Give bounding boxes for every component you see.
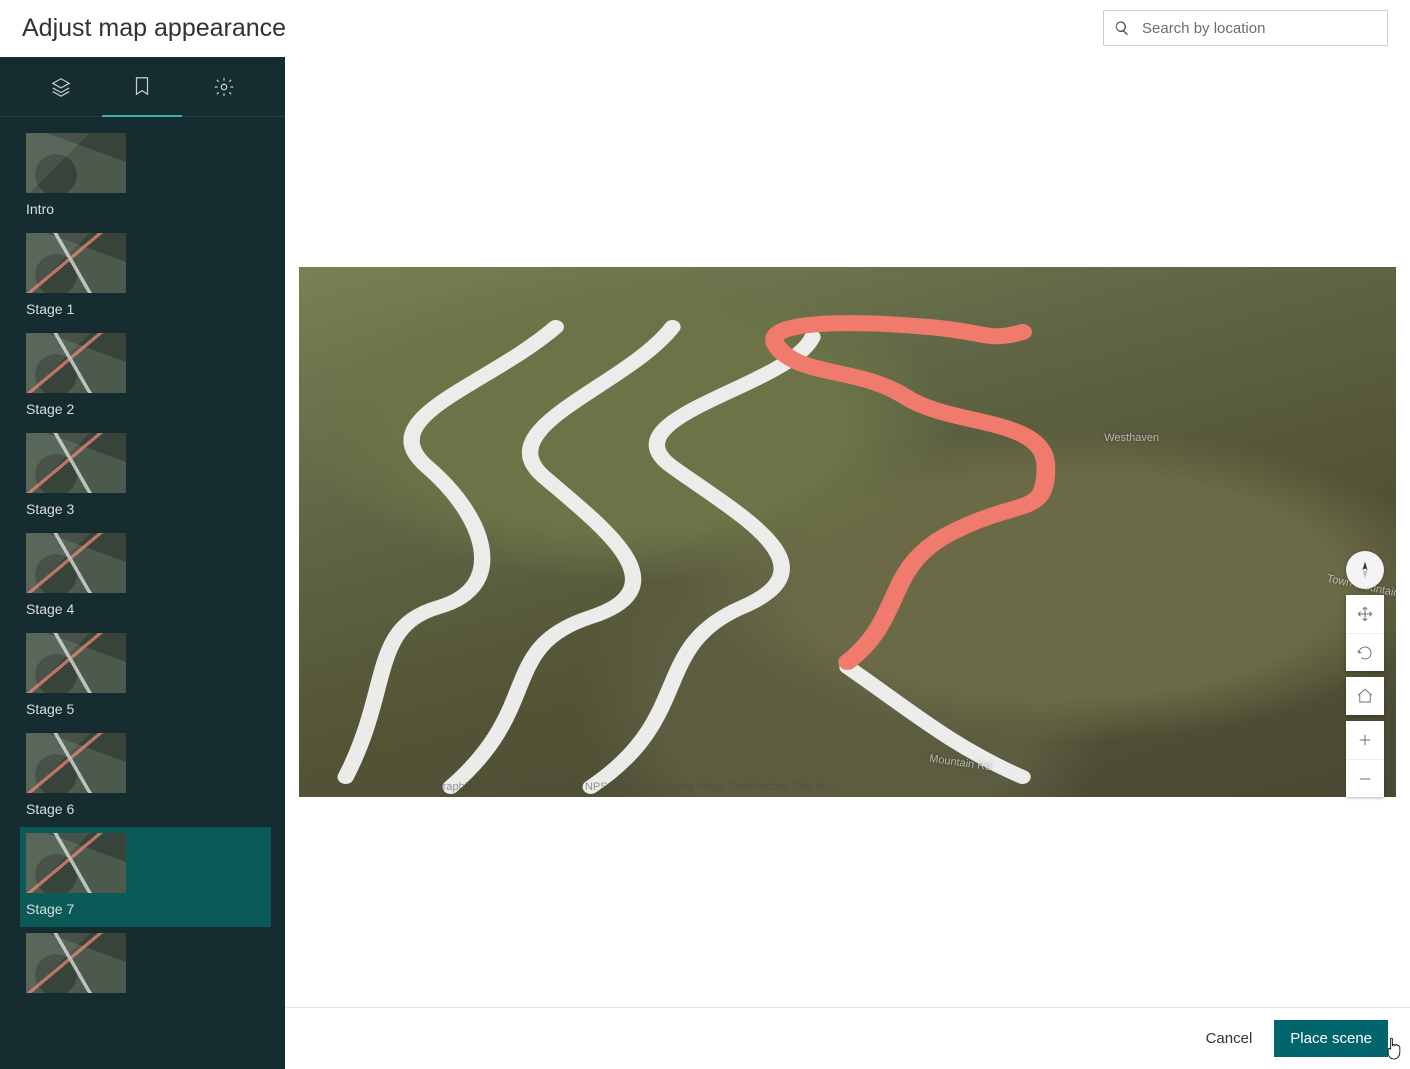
bookmark-thumb [26,133,126,193]
bookmark-thumb [26,333,126,393]
bookmark-thumb [26,733,126,793]
bookmark-thumb [26,633,126,693]
bookmark-icon [131,75,153,97]
page-title: Adjust map appearance [22,14,286,43]
place-scene-button[interactable]: Place scene [1274,1020,1388,1057]
route-overlay [299,267,1396,797]
search-field-wrap[interactable] [1103,10,1388,46]
tab-bookmarks[interactable] [102,57,182,117]
header: Adjust map appearance [0,0,1410,57]
pan-icon [1356,605,1374,623]
plus-icon [1356,731,1374,749]
road-label: Westhaven [1104,432,1159,444]
compass-button[interactable] [1346,551,1384,589]
sidebar: Intro Stage 1 Stage 2 Stage 3 Stage 4 Stage 5… [0,57,285,1069]
bookmark-item-stage-5[interactable]: Stage 5 [20,627,271,727]
bookmark-item-stage-4[interactable]: Stage 4 [20,527,271,627]
bookmark-label: Intro [26,201,265,217]
gear-icon [213,76,235,98]
rotate-icon [1356,644,1374,662]
main: WesthavenTown Mountain RdMountain Rd Esr… [285,57,1410,1069]
zoom-in-button[interactable] [1346,721,1384,759]
bookmark-label: Stage 5 [26,701,265,717]
pan-button[interactable] [1346,595,1384,633]
bookmark-item-idx8[interactable] [20,927,271,1011]
bookmark-label: Stage 1 [26,301,265,317]
bookmark-label: Stage 2 [26,401,265,417]
search-input[interactable] [1142,20,1377,37]
bookmark-item-stage-3[interactable]: Stage 3 [20,427,271,527]
rotate-button[interactable] [1346,633,1384,671]
layers-icon [50,76,72,98]
tab-layers[interactable] [21,57,101,117]
footer: Cancel Place scene [285,1007,1410,1069]
bookmark-thumb [26,933,126,993]
bookmark-item-stage-6[interactable]: Stage 6 [20,727,271,827]
minus-icon [1356,770,1374,788]
bookmark-thumb [26,233,126,293]
attribution-left: Esri, Maxar, Earthstar Geographics, USGS… [307,781,838,793]
compass-icon [1355,560,1375,580]
bookmark-item-stage-2[interactable]: Stage 2 [20,327,271,427]
home-icon [1356,687,1374,705]
bookmark-item-stage-1[interactable]: Stage 1 [20,227,271,327]
bookmark-label: Stage 6 [26,801,265,817]
sidebar-tabs [0,57,285,117]
bookmark-thumb [26,533,126,593]
map-attribution: Esri, Maxar, Earthstar Geographics, USGS… [307,781,1388,793]
bookmark-label: Stage 7 [26,901,265,917]
search-icon [1114,20,1130,36]
bookmark-label: Stage 3 [26,501,265,517]
bookmark-label: Stage 4 [26,601,265,617]
map-controls [1346,551,1384,797]
bookmark-thumb [26,433,126,493]
scene-canvas[interactable]: WesthavenTown Mountain RdMountain Rd Esr… [299,267,1396,797]
zoom-out-button[interactable] [1346,759,1384,797]
tab-settings[interactable] [184,57,264,117]
cancel-button[interactable]: Cancel [1202,1022,1257,1055]
bookmark-item-stage-7[interactable]: Stage 7 [20,827,271,927]
bookmark-item-intro[interactable]: Intro [20,127,271,227]
bookmark-list[interactable]: Intro Stage 1 Stage 2 Stage 3 Stage 4 Stage 5… [0,117,277,1069]
home-button[interactable] [1346,677,1384,715]
scene-viewport: WesthavenTown Mountain RdMountain Rd Esr… [285,57,1410,1007]
bookmark-thumb [26,833,126,893]
